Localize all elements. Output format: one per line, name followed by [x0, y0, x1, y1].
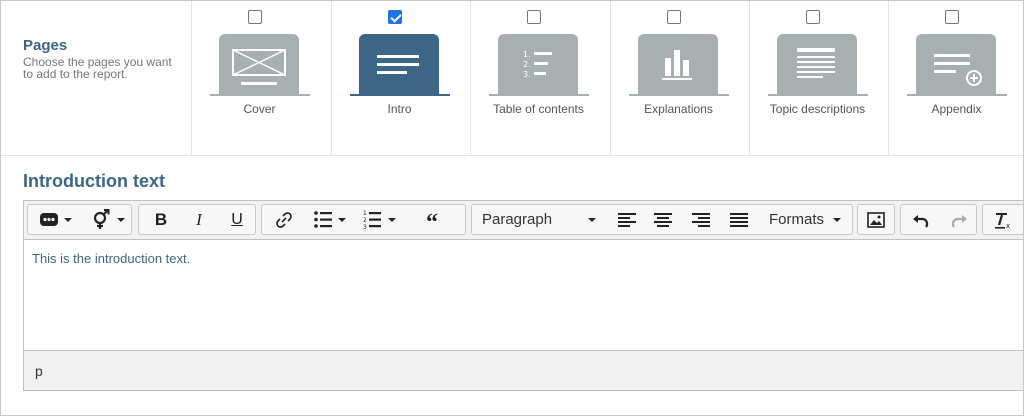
page-base [489, 94, 589, 96]
align-right-button[interactable] [683, 205, 719, 234]
formats-label: Formats [769, 211, 825, 228]
pages-description: Choose the pages you want to add to the … [23, 55, 172, 81]
rich-text-editor: B I U 1 2 3 “ Paragraph Formats x This i… [23, 200, 1023, 391]
svg-text:3.: 3. [523, 70, 531, 79]
page-option-intro[interactable]: Intro [331, 1, 471, 156]
link-icon [276, 211, 292, 228]
page-label-intro: Intro [387, 102, 412, 116]
bar-chart-icon [638, 34, 718, 94]
image-icon [867, 211, 885, 228]
intro-icon [359, 34, 439, 94]
page-checkbox-cover[interactable] [248, 10, 262, 24]
undo-icon [913, 214, 929, 228]
editor-statusbar: p [24, 350, 1023, 390]
page-label-cover: Cover [243, 102, 276, 116]
bold-icon[interactable]: B [143, 205, 179, 234]
chevron-down-icon [833, 218, 841, 222]
page-option-topic-descriptions[interactable]: Topic descriptions [749, 1, 889, 156]
block-format-value: Paragraph [482, 211, 553, 228]
align-left-icon [618, 212, 636, 227]
formats-dropdown[interactable]: Formats [761, 205, 851, 234]
undo-button[interactable] [903, 205, 939, 234]
align-right-icon [692, 212, 710, 227]
toolbar-group-insert [27, 204, 132, 235]
page-base [768, 94, 868, 96]
block-format-dropdown[interactable]: Paragraph [472, 205, 606, 234]
editor-content[interactable]: This is the introduction text. [24, 240, 1023, 350]
underline-icon[interactable]: U [219, 205, 255, 234]
insert-image-button[interactable] [858, 205, 894, 234]
toc-icon: 1. 2. 3. [498, 34, 578, 94]
toolbar-group-misc: x <> [982, 204, 1023, 235]
link-button[interactable] [266, 205, 302, 234]
page-base [629, 94, 729, 96]
cover-icon [219, 34, 299, 94]
svg-text:x: x [1006, 222, 1010, 229]
align-left-button[interactable] [609, 205, 645, 234]
chevron-down-icon [588, 218, 596, 222]
clear-formatting-button[interactable]: x [985, 205, 1021, 234]
bullet-list-button[interactable] [306, 205, 354, 234]
svg-text:3: 3 [363, 224, 367, 231]
svg-text:1.: 1. [523, 50, 531, 59]
pages-title: Pages [23, 37, 68, 54]
toolbar-group-history [900, 204, 977, 235]
blockquote-icon[interactable]: “ [412, 205, 452, 236]
pages-info: Pages Choose the pages you want to add t… [23, 37, 173, 80]
page-checkbox-topic-descriptions[interactable] [806, 10, 820, 24]
page-option-table-of-contents[interactable]: 1. 2. 3. Table of contents [470, 1, 610, 156]
numbered-list-icon: 1 2 3 [363, 210, 396, 231]
toolbar-group-insert-list: 1 2 3 “ [261, 204, 466, 236]
gender-symbol-icon [93, 209, 125, 229]
toolbar-group-image [857, 204, 895, 235]
svg-text:2: 2 [363, 217, 367, 224]
svg-text:1: 1 [363, 210, 367, 217]
pages-selector: Pages Choose the pages you want to add t… [1, 1, 1023, 156]
align-center-button[interactable] [645, 205, 681, 234]
page-label-table-of-contents: Table of contents [493, 102, 584, 116]
page-label-appendix: Appendix [931, 102, 982, 116]
more-options-button[interactable] [34, 205, 78, 234]
editor-toolbar: B I U 1 2 3 “ Paragraph Formats x [24, 201, 1023, 240]
report-page-editor: Pages Choose the pages you want to add t… [0, 0, 1024, 416]
align-justify-icon [730, 212, 748, 227]
page-label-explanations: Explanations [644, 102, 713, 116]
page-option-cover[interactable]: Cover [191, 1, 331, 156]
page-checkbox-appendix[interactable] [945, 10, 959, 24]
page-base [350, 94, 450, 96]
special-character-button[interactable] [84, 205, 130, 234]
italic-icon[interactable]: I [181, 205, 217, 234]
document-icon [777, 34, 857, 94]
page-base [210, 94, 310, 96]
redo-icon [951, 214, 967, 228]
bullet-list-icon [314, 211, 346, 228]
align-center-icon [654, 212, 672, 227]
page-option-appendix[interactable]: Appendix [888, 1, 1023, 156]
appendix-icon [916, 34, 996, 94]
align-justify-button[interactable] [721, 205, 757, 234]
svg-text:2.: 2. [523, 60, 531, 69]
redo-button[interactable] [941, 205, 977, 234]
page-checkbox-intro[interactable] [388, 10, 402, 24]
numbered-list-button[interactable]: 1 2 3 [358, 205, 406, 234]
clear-formatting-icon: x [995, 212, 1010, 229]
ellipsis-icon [40, 213, 72, 226]
page-checkbox-toc[interactable] [527, 10, 541, 24]
page-base [907, 94, 1007, 96]
toolbar-group-format: Paragraph Formats [471, 204, 853, 235]
page-label-topic-descriptions: Topic descriptions [769, 102, 866, 116]
page-checkbox-explanations[interactable] [667, 10, 681, 24]
page-option-explanations[interactable]: Explanations [610, 1, 750, 156]
element-path[interactable]: p [35, 363, 43, 379]
toolbar-group-text-style: B I U [138, 204, 256, 235]
introduction-title: Introduction text [23, 171, 165, 191]
